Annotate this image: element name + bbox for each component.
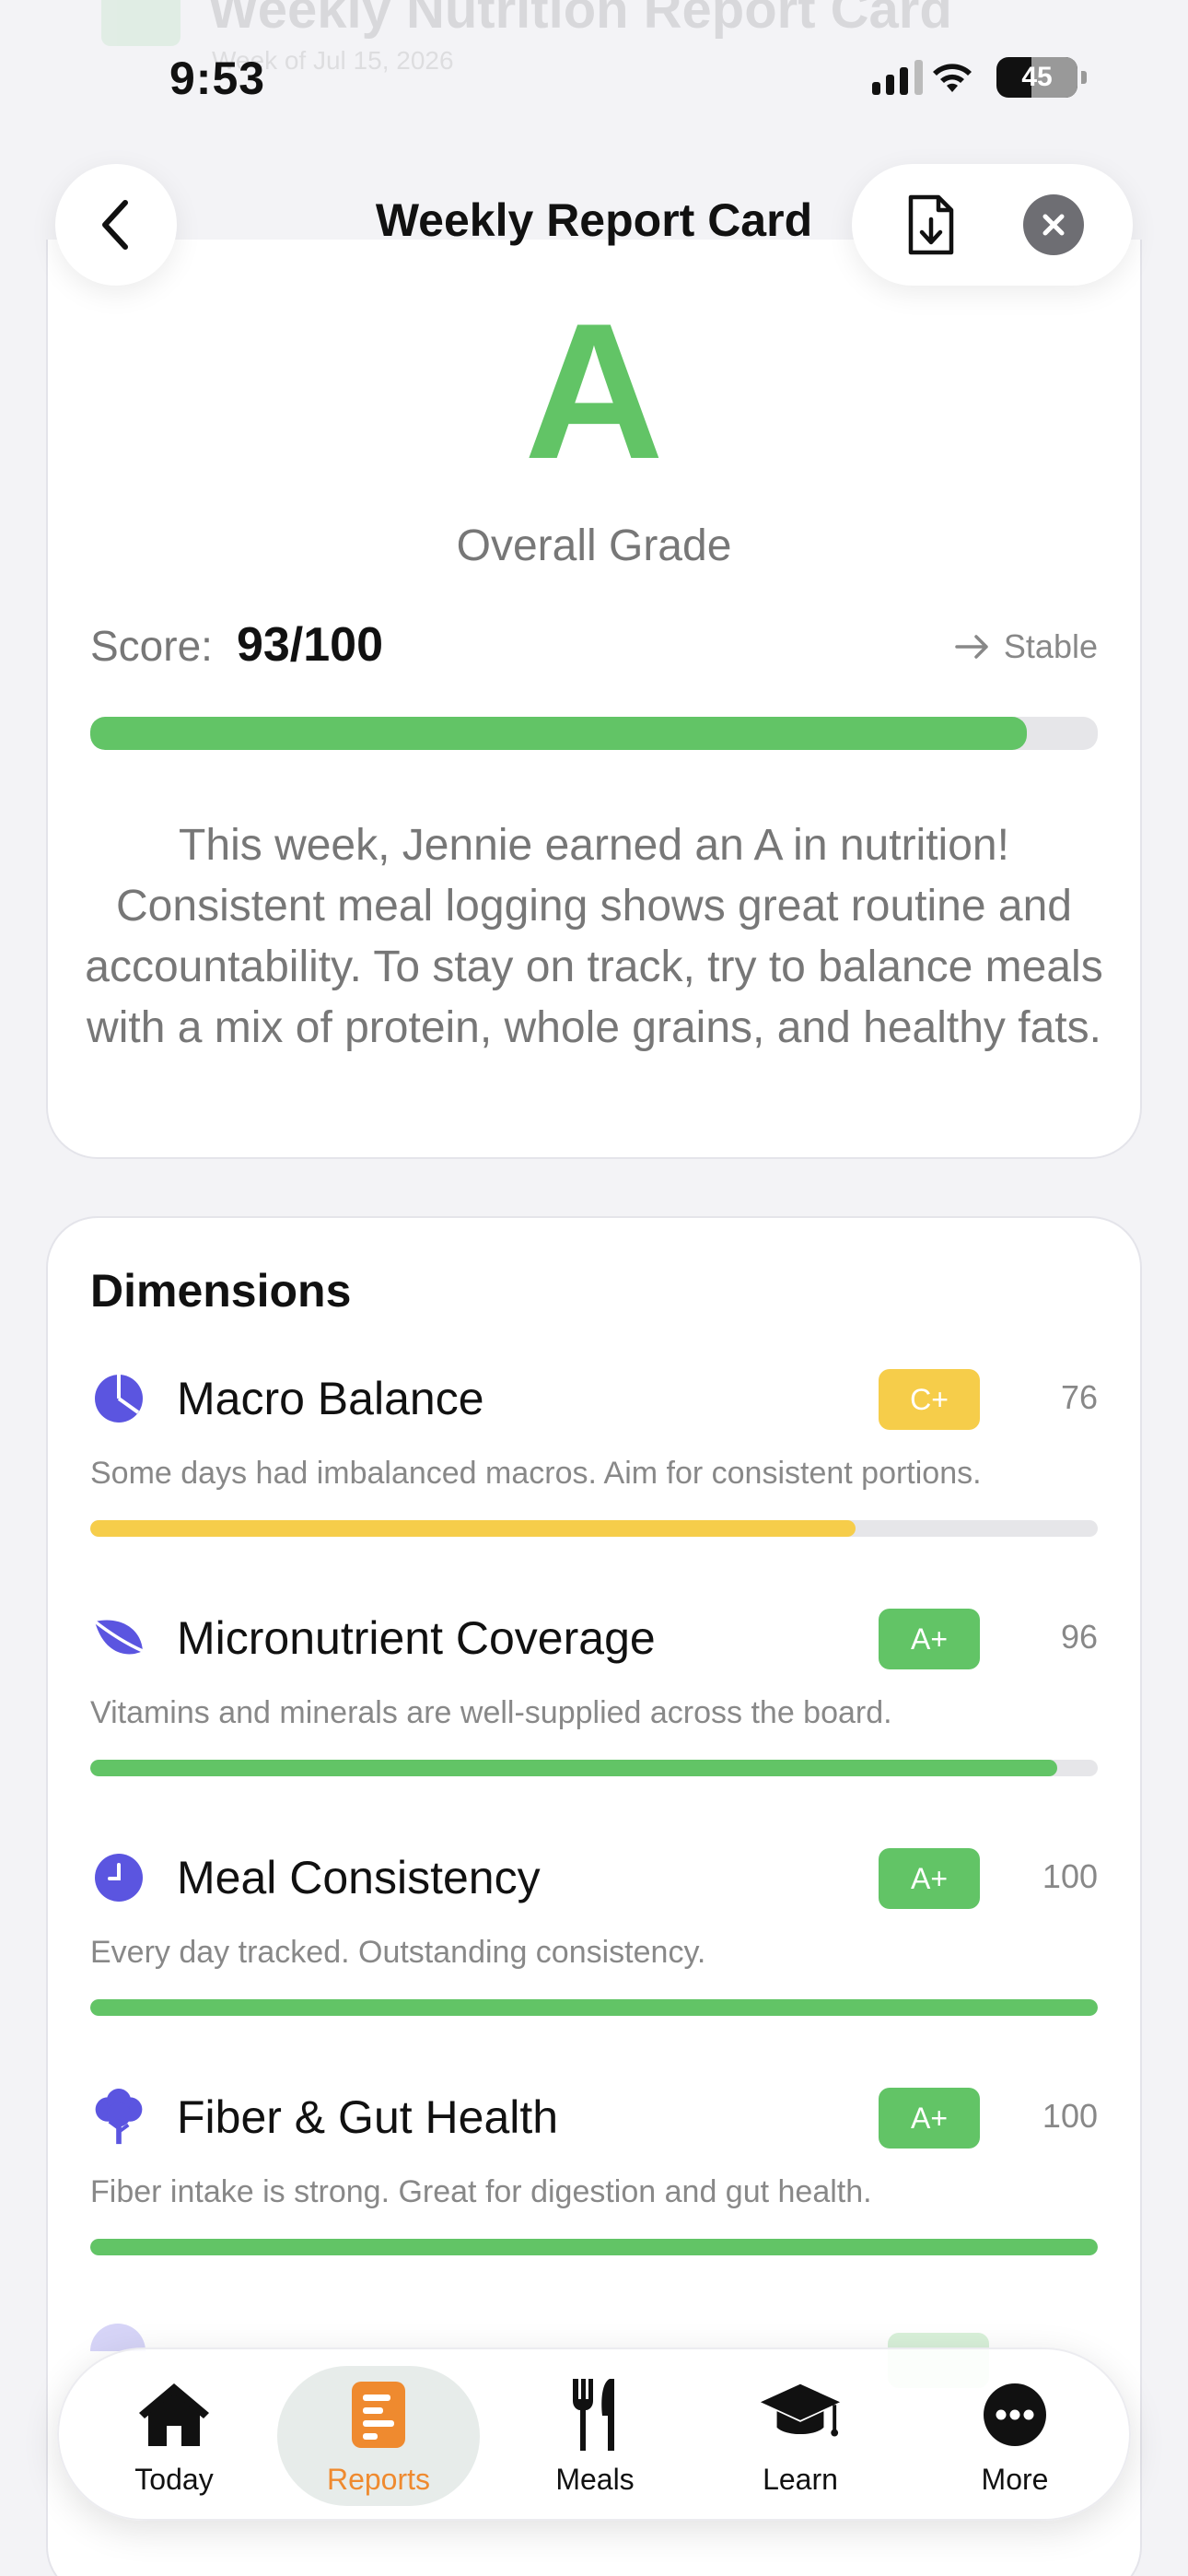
report-icon	[337, 2376, 420, 2453]
dimensions-title: Dimensions	[90, 1265, 352, 1317]
download-document-icon	[909, 194, 954, 255]
tab-label: Today	[134, 2462, 214, 2496]
dimension-description: Some days had imbalanced macros. Aim for…	[90, 1456, 982, 1491]
score-row: Score: 93/100 Stable	[90, 617, 1098, 673]
dimension-name: Fiber & Gut Health	[177, 2091, 559, 2143]
dimension-row-meal-consistency[interactable]: Meal Consistency A+ 100 Every day tracke…	[90, 1844, 1098, 2066]
tab-reports[interactable]: Reports	[277, 2366, 480, 2506]
more-icon	[973, 2376, 1056, 2453]
tab-label: Reports	[326, 2462, 431, 2496]
tab-label: More	[981, 2462, 1049, 2496]
download-button[interactable]	[894, 188, 968, 262]
status-icons: 45	[872, 57, 1087, 98]
dimension-description: Fiber intake is strong. Great for digest…	[90, 2174, 872, 2209]
clock-icon	[90, 1849, 147, 1906]
tab-label: Meals	[555, 2462, 635, 2496]
trend-label: Stable	[1003, 627, 1098, 665]
close-icon	[1022, 194, 1084, 255]
tab-label: Learn	[763, 2462, 838, 2496]
dimension-progress-bar	[90, 2239, 1098, 2255]
battery-icon: 45	[996, 57, 1087, 98]
overall-score-bar	[90, 717, 1098, 750]
header-actions	[852, 164, 1133, 286]
dimension-progress-bar	[90, 1520, 1098, 1537]
dimension-row-macro-balance[interactable]: Macro Balance C+ 76 Some days had imbala…	[90, 1365, 1098, 1587]
dimension-description: Vitamins and minerals are well-supplied …	[90, 1695, 892, 1730]
dimension-description: Every day tracked. Outstanding consisten…	[90, 1935, 706, 1970]
overall-grade-card: A Overall Grade Score: 93/100 Stable Thi…	[46, 240, 1142, 1159]
tab-meals[interactable]: Meals	[494, 2366, 696, 2506]
overall-grade-letter: A	[524, 283, 664, 499]
wifi-icon	[933, 64, 972, 92]
battery-level: 45	[1021, 62, 1053, 92]
dimension-score: 100	[1042, 1857, 1098, 1895]
background-title: Weekly Nutrition Report Card	[208, 0, 952, 40]
grade-badge: A+	[879, 2088, 980, 2149]
dimension-row-fiber-gut-health[interactable]: Fiber & Gut Health A+ 100 Fiber intake i…	[90, 2084, 1098, 2305]
dimension-score: 100	[1042, 2097, 1098, 2135]
dimension-progress-fill	[90, 1520, 856, 1537]
tab-learn[interactable]: Learn	[699, 2366, 902, 2506]
dimension-name: Meal Consistency	[177, 1852, 541, 1903]
score-value: 93/100	[236, 618, 383, 672]
cellular-signal-icon	[872, 60, 923, 95]
close-button[interactable]	[1017, 188, 1090, 262]
arrow-right-icon	[955, 635, 988, 659]
trend-indicator: Stable	[954, 627, 1098, 666]
graduation-cap-icon	[759, 2376, 842, 2453]
dimension-progress-bar	[90, 1760, 1098, 1776]
dimension-score: 96	[1060, 1618, 1098, 1656]
dimension-score: 76	[1060, 1378, 1098, 1416]
dimension-name: Macro Balance	[177, 1373, 484, 1424]
grade-badge: C+	[879, 1369, 980, 1430]
pie-chart-icon	[90, 1370, 147, 1427]
report-doc-icon	[101, 0, 181, 46]
dimension-name: Micronutrient Coverage	[177, 1612, 656, 1664]
score-label: Score:	[90, 622, 213, 670]
overall-grade-caption: Overall Grade	[456, 521, 732, 570]
dimension-row-micronutrient-coverage[interactable]: Micronutrient Coverage A+ 96 Vitamins an…	[90, 1605, 1098, 1826]
grade-badge: A+	[879, 1609, 980, 1669]
bottom-tab-bar: Today Reports Meals Learn More	[57, 2348, 1131, 2521]
dimension-progress-fill	[90, 2239, 1098, 2255]
dimension-progress-fill	[90, 1999, 1098, 2016]
background-title-ghost: Weekly Nutrition Report Card Week of Jul…	[101, 0, 952, 75]
status-time: 9:53	[169, 53, 266, 104]
tree-icon	[90, 2089, 147, 2146]
fork-knife-icon	[553, 2376, 636, 2453]
leaf-icon	[90, 1610, 147, 1667]
overall-score-bar-fill	[90, 717, 1028, 750]
dimension-progress-bar	[90, 1999, 1098, 2016]
tab-today[interactable]: Today	[73, 2366, 275, 2506]
home-icon	[133, 2376, 215, 2453]
grade-badge: A+	[879, 1848, 980, 1909]
overall-summary: This week, Jennie earned an A in nutriti…	[85, 821, 1103, 1052]
tab-more[interactable]: More	[914, 2366, 1116, 2506]
dimension-progress-fill	[90, 1760, 1058, 1776]
